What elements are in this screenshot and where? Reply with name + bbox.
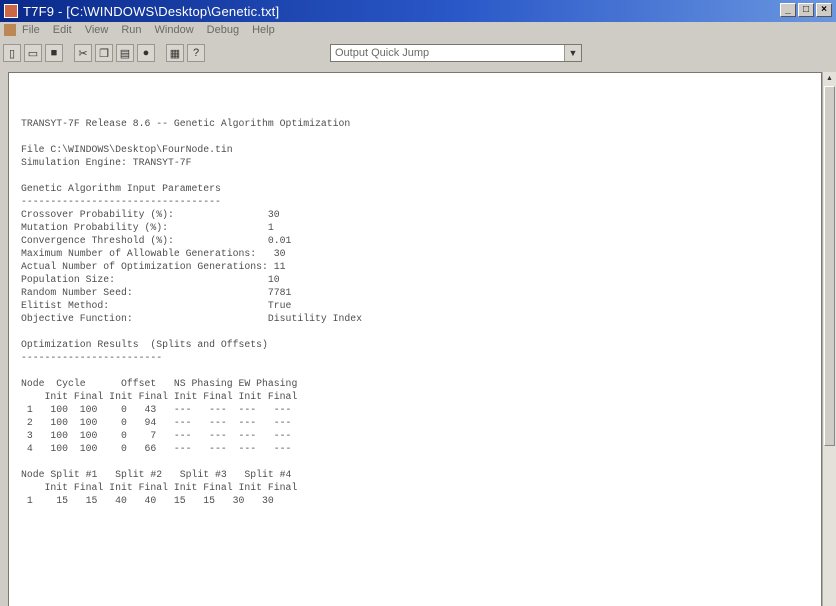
output-line: TRANSYT-7F Release 8.6 -- Genetic Algori…	[21, 118, 351, 129]
output-line: Actual Number of Optimization Generation…	[21, 261, 286, 272]
menu-window[interactable]: Window	[155, 24, 194, 36]
app-icon[interactable]	[4, 4, 18, 18]
minimize-button[interactable]: _	[780, 3, 796, 17]
output-line: 4 100 100 0 66 --- --- --- ---	[21, 443, 292, 454]
output-line: ------------------------	[21, 352, 163, 363]
menu-help[interactable]: Help	[252, 24, 275, 36]
output-line: File C:\WINDOWS\Desktop\FourNode.tin	[21, 144, 233, 155]
maximize-button[interactable]: □	[798, 3, 814, 17]
menu-bar: File Edit View Run Window Debug Help	[0, 22, 836, 38]
save-icon[interactable]: ■	[45, 44, 63, 62]
new-file-icon[interactable]: ▯	[3, 44, 21, 62]
output-line: Optimization Results (Splits and Offsets…	[21, 339, 268, 350]
output-line: Init Final Init Final Init Final Init Fi…	[21, 482, 298, 493]
output-line: Genetic Algorithm Input Parameters	[21, 183, 221, 194]
output-quick-jump-value: Output Quick Jump	[335, 47, 430, 59]
output-line: Maximum Number of Allowable Generations:…	[21, 248, 286, 259]
help-icon[interactable]: ?	[187, 44, 205, 62]
output-line: Node Split #1 Split #2 Split #3 Split #4	[21, 469, 292, 480]
print-icon[interactable]: ▦	[166, 44, 184, 62]
menu-debug[interactable]: Debug	[207, 24, 239, 36]
output-line: Mutation Probability (%): 1	[21, 222, 274, 233]
output-line: 1 15 15 40 40 15 15 30 30	[21, 495, 274, 506]
chevron-down-icon[interactable]: ▼	[564, 45, 581, 61]
run-icon[interactable]: ●	[137, 44, 155, 62]
output-line: Objective Function: Disutility Index	[21, 313, 362, 324]
output-line: Elitist Method: True	[21, 300, 292, 311]
vertical-scrollbar[interactable]: ▲	[822, 72, 836, 606]
document-icon[interactable]	[4, 24, 16, 36]
output-line: Init Final Init Final Init Final Init Fi…	[21, 391, 298, 402]
open-folder-icon[interactable]: ▭	[24, 44, 42, 62]
cut-icon[interactable]: ✂	[74, 44, 92, 62]
output-quick-jump-select[interactable]: Output Quick Jump ▼	[330, 44, 582, 62]
close-button[interactable]: ×	[816, 3, 832, 17]
application-window: T7F9 - [C:\WINDOWS\Desktop\Genetic.txt] …	[0, 0, 836, 606]
output-line: 2 100 100 0 94 --- --- --- ---	[21, 417, 292, 428]
title-bar[interactable]: T7F9 - [C:\WINDOWS\Desktop\Genetic.txt] …	[0, 0, 836, 22]
output-line: Node Cycle Offset NS Phasing EW Phasing	[21, 378, 298, 389]
window-controls: _ □ ×	[780, 3, 832, 17]
scrollbar-thumb[interactable]	[824, 86, 835, 446]
document-pane[interactable]: TRANSYT-7F Release 8.6 -- Genetic Algori…	[8, 72, 822, 606]
menu-file[interactable]: File	[22, 24, 40, 36]
output-line: 1 100 100 0 43 --- --- --- ---	[21, 404, 292, 415]
output-line: Random Number Seed: 7781	[21, 287, 292, 298]
output-line: Crossover Probability (%): 30	[21, 209, 280, 220]
menu-view[interactable]: View	[85, 24, 109, 36]
scroll-up-icon[interactable]: ▲	[824, 73, 835, 84]
output-line: 3 100 100 0 7 --- --- --- ---	[21, 430, 292, 441]
copy-icon[interactable]: ❐	[95, 44, 113, 62]
menu-run[interactable]: Run	[121, 24, 141, 36]
menu-edit[interactable]: Edit	[53, 24, 72, 36]
output-line: Convergence Threshold (%): 0.01	[21, 235, 292, 246]
output-line: Simulation Engine: TRANSYT-7F	[21, 157, 192, 168]
output-line: ----------------------------------	[21, 196, 221, 207]
output-text: TRANSYT-7F Release 8.6 -- Genetic Algori…	[21, 117, 362, 507]
paste-icon[interactable]: ▤	[116, 44, 134, 62]
toolbar: ▯ ▭ ■ ✂ ❐ ▤ ● ▦ ? Output Quick Jump ▼	[0, 38, 836, 68]
output-line: Population Size: 10	[21, 274, 280, 285]
window-title: T7F9 - [C:\WINDOWS\Desktop\Genetic.txt]	[23, 3, 280, 19]
